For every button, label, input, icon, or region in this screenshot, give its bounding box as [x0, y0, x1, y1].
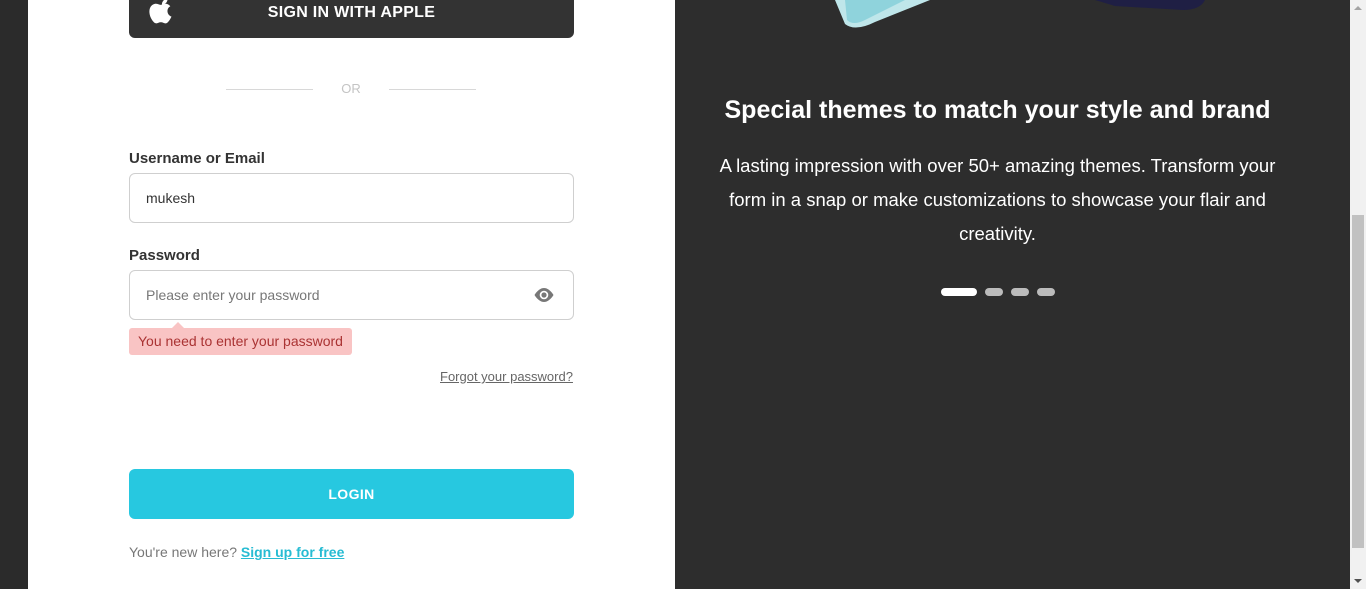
- scroll-up-icon[interactable]: [1350, 0, 1366, 16]
- login-panel: SIGN IN WITH APPLE OR Username or Email …: [28, 0, 675, 589]
- carousel-dot-3[interactable]: [1011, 288, 1029, 296]
- forgot-password-link[interactable]: Forgot your password?: [440, 369, 573, 384]
- apple-icon: [149, 0, 172, 24]
- promo-panel: Special themes to match your style and b…: [675, 0, 1350, 589]
- promo-title: Special themes to match your style and b…: [724, 96, 1271, 124]
- or-divider: OR: [226, 80, 476, 98]
- scrollbar-thumb[interactable]: [1352, 215, 1364, 548]
- scroll-down-icon[interactable]: [1350, 573, 1366, 589]
- signup-row: You're new here? Sign up for free: [129, 544, 344, 560]
- username-label: Username or Email: [129, 150, 265, 167]
- signup-link[interactable]: Sign up for free: [241, 544, 344, 560]
- password-label: Password: [129, 247, 200, 264]
- divider-line-right: [389, 89, 476, 90]
- themes-illustration: [835, 0, 1205, 28]
- vertical-scrollbar[interactable]: [1350, 0, 1366, 589]
- password-error-message: You need to enter your password: [129, 322, 352, 355]
- sign-in-with-apple-button[interactable]: SIGN IN WITH APPLE: [129, 0, 574, 38]
- username-input[interactable]: [146, 174, 516, 222]
- carousel-dot-4[interactable]: [1037, 288, 1055, 296]
- promo-description: A lasting impression with over 50+ amazi…: [719, 155, 1276, 244]
- carousel-dots: [941, 288, 1055, 296]
- signup-prompt: You're new here?: [129, 544, 238, 560]
- apple-button-label: SIGN IN WITH APPLE: [267, 4, 436, 21]
- password-error-text: You need to enter your password: [138, 333, 343, 349]
- login-button-label: LOGIN: [328, 486, 375, 502]
- carousel-dot-2[interactable]: [985, 288, 1003, 296]
- eye-icon[interactable]: [533, 285, 555, 305]
- username-field-box: [129, 173, 574, 223]
- error-pointer: [172, 322, 184, 328]
- login-button[interactable]: LOGIN: [129, 469, 574, 519]
- carousel-dot-1[interactable]: [941, 288, 977, 296]
- password-field-box: [129, 270, 574, 320]
- password-input[interactable]: [146, 271, 516, 319]
